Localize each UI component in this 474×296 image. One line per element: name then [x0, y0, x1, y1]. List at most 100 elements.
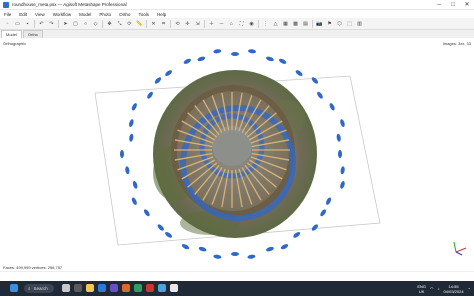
camera-marker[interactable] — [120, 150, 124, 158]
menu-ortho[interactable]: Ortho — [119, 12, 130, 17]
camera-marker[interactable] — [131, 102, 138, 111]
camera-marker[interactable] — [128, 119, 134, 128]
camera-marker[interactable] — [265, 246, 274, 252]
camera-marker[interactable] — [154, 76, 162, 84]
teams-icon[interactable] — [110, 284, 118, 292]
metashape-taskbar-icon[interactable] — [158, 284, 166, 292]
camera-marker[interactable] — [319, 208, 327, 217]
camera-marker[interactable] — [181, 243, 190, 250]
excel-icon[interactable] — [134, 284, 142, 292]
crop-selection-icon[interactable]: ⌗ — [160, 20, 167, 27]
camera-marker[interactable] — [164, 231, 173, 239]
camera-marker[interactable] — [129, 133, 134, 142]
maximize-icon[interactable]: □ — [446, 0, 460, 10]
move-region-icon[interactable]: ✥ — [106, 20, 113, 27]
camera-marker[interactable] — [131, 197, 138, 206]
camera-marker[interactable] — [183, 58, 192, 65]
new-project-icon[interactable]: ▫ — [4, 20, 11, 27]
taskbar-search[interactable]: ⌕ Search — [24, 284, 54, 293]
texture-icon[interactable]: ▦ — [282, 20, 289, 27]
tab-model[interactable]: Model — [1, 30, 22, 38]
redo-icon[interactable]: ↷ — [48, 20, 55, 27]
minimize-icon[interactable]: – — [432, 0, 446, 10]
show-shapes-icon[interactable]: ⬡ — [336, 20, 343, 27]
camera-marker[interactable] — [231, 252, 239, 256]
rotate-region-icon[interactable]: ⟳ — [126, 20, 133, 27]
menu-help[interactable]: Help — [157, 12, 166, 17]
camera-marker[interactable] — [295, 69, 304, 77]
camera-marker[interactable] — [311, 76, 319, 84]
file-explorer-icon[interactable] — [86, 284, 94, 292]
camera-marker[interactable] — [292, 231, 301, 239]
notification-icon[interactable]: ◔ — [468, 286, 470, 291]
dem-icon[interactable]: ▤ — [302, 20, 309, 27]
acrobat-icon[interactable] — [146, 284, 154, 292]
show-cameras-icon[interactable]: 📷 — [316, 20, 323, 27]
camera-marker[interactable] — [157, 223, 165, 231]
navigation-icon[interactable]: ➤ — [62, 20, 69, 27]
tiled-model-icon[interactable]: ▩ — [292, 20, 299, 27]
mesh-icon[interactable]: △ — [272, 20, 279, 27]
menu-tools[interactable]: Tools — [138, 12, 149, 17]
scale-object-icon[interactable]: ⇲ — [194, 20, 201, 27]
capture-view-icon[interactable]: ◉ — [248, 20, 255, 27]
model-viewport[interactable]: Orthographic Images: 3xx, 33 — [0, 38, 474, 265]
save-project-icon[interactable]: ▪ — [24, 20, 31, 27]
app-taskbar-icon[interactable] — [170, 284, 178, 292]
camera-marker[interactable] — [338, 150, 342, 158]
show-markers-icon[interactable]: ⚑ — [326, 20, 333, 27]
camera-marker[interactable] — [198, 246, 207, 252]
task-view-icon[interactable] — [62, 284, 70, 292]
camera-marker[interactable] — [316, 91, 324, 100]
open-project-icon[interactable]: ▭ — [14, 20, 21, 27]
camera-marker[interactable] — [339, 180, 345, 189]
wifi-icon[interactable]: ◠ — [430, 286, 434, 291]
menu-edit[interactable]: Edit — [19, 12, 27, 17]
undo-icon[interactable]: ↶ — [38, 20, 45, 27]
camera-marker[interactable] — [248, 49, 257, 54]
camera-marker[interactable] — [197, 56, 206, 62]
clock[interactable]: 14:55 04/03/2024 — [444, 284, 464, 294]
camera-marker[interactable] — [329, 102, 336, 111]
camera-marker[interactable] — [340, 166, 345, 175]
camera-marker[interactable] — [278, 58, 287, 65]
menu-workflow[interactable]: Workflow — [53, 12, 71, 17]
camera-marker[interactable] — [213, 49, 222, 54]
camera-marker[interactable] — [132, 180, 138, 189]
tab-ortho[interactable]: Ortho — [22, 30, 43, 38]
resize-region-icon[interactable]: ⤡ — [116, 20, 123, 27]
move-object-icon[interactable]: ✛ — [184, 20, 191, 27]
camera-marker[interactable] — [280, 243, 289, 250]
delete-selection-icon[interactable]: ✕ — [150, 20, 157, 27]
camera-marker[interactable] — [336, 133, 341, 142]
camera-marker[interactable] — [265, 56, 274, 62]
ruler-icon[interactable]: 📏 — [136, 20, 143, 27]
show-region-icon[interactable]: ⬚ — [346, 20, 353, 27]
camera-marker[interactable] — [164, 69, 173, 77]
language-indicator[interactable]: ENG UK — [417, 284, 426, 294]
free-form-selection-icon[interactable]: ◇ — [92, 20, 99, 27]
rotate-object-icon[interactable]: ⟲ — [174, 20, 181, 27]
point-cloud-icon[interactable]: ⋮ — [262, 20, 269, 27]
menu-file[interactable]: File — [4, 12, 11, 17]
camera-marker[interactable] — [213, 254, 222, 259]
zoom-in-icon[interactable]: ＋ — [208, 20, 215, 27]
volume-icon[interactable]: ♪ — [438, 286, 440, 291]
widgets-icon[interactable] — [74, 284, 82, 292]
edge-icon[interactable] — [98, 284, 106, 292]
camera-marker[interactable] — [325, 197, 332, 206]
camera-marker[interactable] — [231, 52, 239, 56]
menu-view[interactable]: View — [35, 12, 45, 17]
camera-marker[interactable] — [125, 166, 130, 175]
fullscreen-icon[interactable]: ⛶ — [238, 20, 245, 27]
rectangle-selection-icon[interactable]: ▢ — [72, 20, 79, 27]
menu-photo[interactable]: Photo — [99, 12, 111, 17]
camera-marker[interactable] — [311, 223, 319, 231]
camera-marker[interactable] — [146, 91, 154, 100]
windows-start-icon[interactable] — [10, 284, 18, 292]
show-grid-icon[interactable]: ▥ — [356, 20, 363, 27]
camera-marker[interactable] — [143, 208, 151, 217]
zoom-out-icon[interactable]: － — [218, 20, 225, 27]
office-icon[interactable] — [122, 284, 130, 292]
reset-view-icon[interactable]: ⌂ — [228, 20, 235, 27]
